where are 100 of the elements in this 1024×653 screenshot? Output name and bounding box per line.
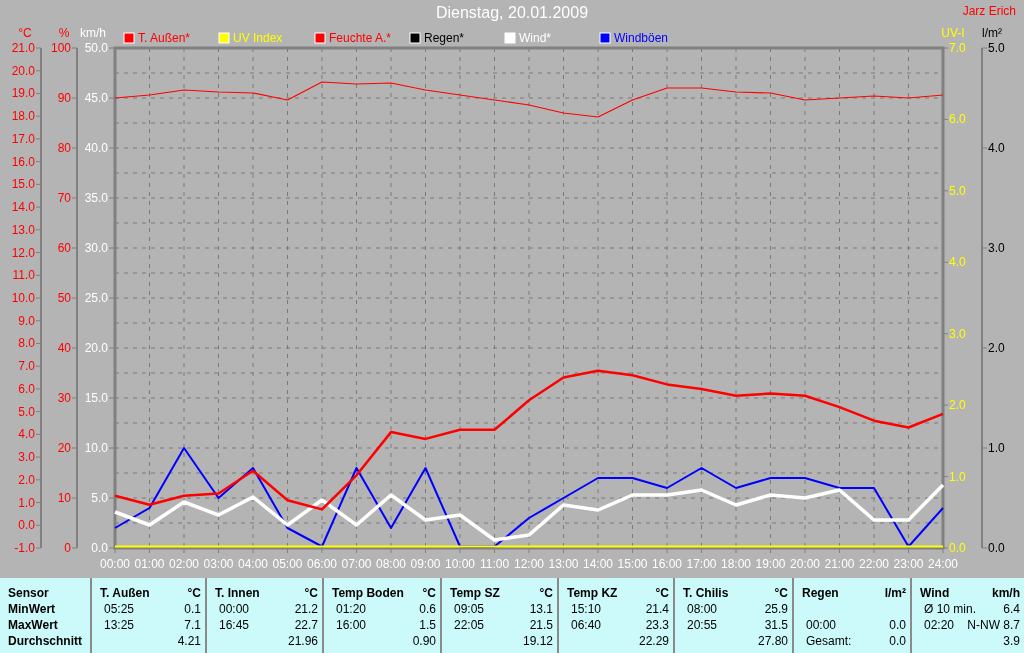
table-cell: N-NW 8.7 — [967, 617, 1020, 633]
table-cell: 22.7 — [294, 617, 318, 633]
axis-tick-label: 18:00 — [721, 557, 751, 571]
axis-tick-label: 40.0 — [84, 141, 108, 155]
table-header: T. Innen — [215, 585, 260, 601]
axis-tick-label: 12:00 — [514, 557, 544, 571]
axis-tick-label: 11:00 — [479, 557, 510, 571]
axis-tick-label: 70 — [57, 191, 71, 205]
axis-tick-label: 07:00 — [341, 557, 372, 571]
axis-tick-label: 100 — [50, 41, 71, 55]
axis-tick-label: 11.0 — [12, 268, 35, 283]
table-cell: 21.2 — [294, 601, 318, 617]
axis-tick-label: 16:00 — [652, 557, 682, 571]
table-header: Temp KZ — [567, 585, 618, 601]
table-cell: 13.1 — [529, 601, 553, 617]
table-header: Temp SZ — [450, 585, 500, 601]
axis-tick-label: 02:00 — [169, 557, 199, 571]
axis-tick-label: 09:00 — [410, 557, 441, 571]
axis-tick-label: 05:00 — [272, 557, 303, 571]
axis-tick-label: 19.0 — [11, 86, 35, 101]
unit-header: km/h — [992, 585, 1020, 601]
axis-tick-label: 22:00 — [859, 557, 889, 571]
table-cell: 0.0 — [889, 633, 906, 649]
axis-unit-label: km/h — [80, 26, 106, 40]
table-header: Temp Boden — [332, 585, 404, 601]
axis-tick-label: 1.0 — [988, 441, 1005, 455]
table-cell: 09:05 — [454, 602, 485, 616]
unit-header: l/m² — [884, 585, 906, 601]
table-header: Regen — [802, 585, 839, 601]
table-cell: 21.96 — [287, 633, 318, 649]
axis-unit-label: °C — [18, 26, 32, 40]
table-cell: 13:25 — [104, 618, 135, 632]
legend-label: T. Außen* — [138, 31, 191, 45]
axis-tick-label: 23:00 — [893, 557, 924, 571]
table-cell: Ø 10 min. — [924, 602, 977, 616]
table-cell: 0.0 — [889, 617, 906, 633]
axis-tick-label: 40 — [57, 341, 71, 355]
axis-tick-label: 01:00 — [134, 557, 165, 571]
unit-header: °C — [655, 585, 669, 601]
axis-tick-label: 04:00 — [238, 557, 268, 571]
table-cell: 20:55 — [687, 618, 718, 632]
axis-tick-label: 8.0 — [18, 336, 35, 351]
axis-tick-label: 5.0 — [18, 404, 35, 419]
axis-tick-label: 20.0 — [11, 63, 35, 78]
axis-tick-label: 10:00 — [445, 557, 475, 571]
axis-tick-label: 9.0 — [18, 313, 35, 328]
table-cell: 02:20 — [924, 618, 955, 632]
axis-tick-label: 10.0 — [84, 441, 108, 455]
axis-tick-label: 08:00 — [376, 557, 406, 571]
legend-label: Windböen — [614, 31, 669, 45]
unit-header: °C — [539, 585, 553, 601]
axis-unit-label: UV-I — [941, 26, 965, 40]
table-cell: 19.12 — [522, 633, 553, 649]
table-cell: 25.9 — [764, 601, 788, 617]
legend-label: Regen* — [424, 31, 465, 45]
axis-tick-label: 20:00 — [790, 557, 820, 571]
axis-tick-label: 16.0 — [11, 154, 35, 169]
axis-tick-label: 3.0 — [949, 326, 966, 341]
legend-label: Feuchte A.* — [329, 31, 392, 45]
axis-tick-label: 0.0 — [949, 541, 966, 555]
row-label: MinWert — [8, 601, 56, 617]
axis-tick-label: 13.0 — [11, 222, 35, 237]
axis-tick-label: 80 — [57, 141, 71, 155]
axis-tick-label: 21:00 — [824, 557, 855, 571]
table-cell: 15:10 — [571, 602, 602, 616]
axis-tick-label: 1.0 — [949, 469, 966, 484]
table-cell: 22:05 — [454, 618, 485, 632]
axis-tick-label: 30.0 — [84, 241, 108, 255]
axis-tick-label: 0.0 — [91, 541, 108, 555]
chart-title: Dienstag, 20.01.2009 — [435, 4, 589, 22]
legend-label: Wind* — [519, 31, 551, 45]
axis-tick-label: 25.0 — [84, 291, 108, 305]
table-cell: 16:45 — [219, 618, 250, 632]
table-cell: 05:25 — [104, 602, 135, 616]
table-cell: 27.80 — [757, 633, 788, 649]
axis-tick-label: 6.0 — [18, 381, 35, 396]
table-cell: 21.4 — [645, 601, 669, 617]
axis-tick-label: 03:00 — [203, 557, 234, 571]
axis-tick-label: 0 — [64, 541, 71, 555]
table-cell: 06:40 — [571, 618, 602, 632]
table-cell: 23.3 — [645, 617, 669, 633]
axis-tick-label: 2.0 — [18, 472, 35, 487]
axis-tick-label: 2.0 — [988, 341, 1005, 355]
axis-tick-label: 30 — [57, 391, 71, 405]
axis-tick-label: 35.0 — [84, 191, 108, 205]
axis-unit-label: l/m² — [982, 26, 1002, 40]
axis-tick-label: 20 — [57, 441, 71, 455]
table-cell: 00:00 — [806, 618, 837, 632]
table-cell: 3.9 — [1003, 633, 1020, 649]
axis-tick-label: 14:00 — [583, 557, 613, 571]
axis-tick-label: 15.0 — [11, 177, 35, 192]
axis-tick-label: 00:00 — [100, 557, 130, 571]
axis-tick-label: 10.0 — [11, 291, 35, 305]
axis-tick-label: 0.0 — [988, 541, 1005, 555]
axis-tick-label: 13:00 — [548, 557, 579, 571]
table-cell: 0.6 — [419, 601, 436, 617]
legend-label: UV Index — [233, 31, 283, 45]
axis-tick-label: 45.0 — [84, 91, 108, 105]
axis-tick-label: 24:00 — [928, 557, 958, 571]
axis-tick-label: 50 — [57, 291, 71, 305]
